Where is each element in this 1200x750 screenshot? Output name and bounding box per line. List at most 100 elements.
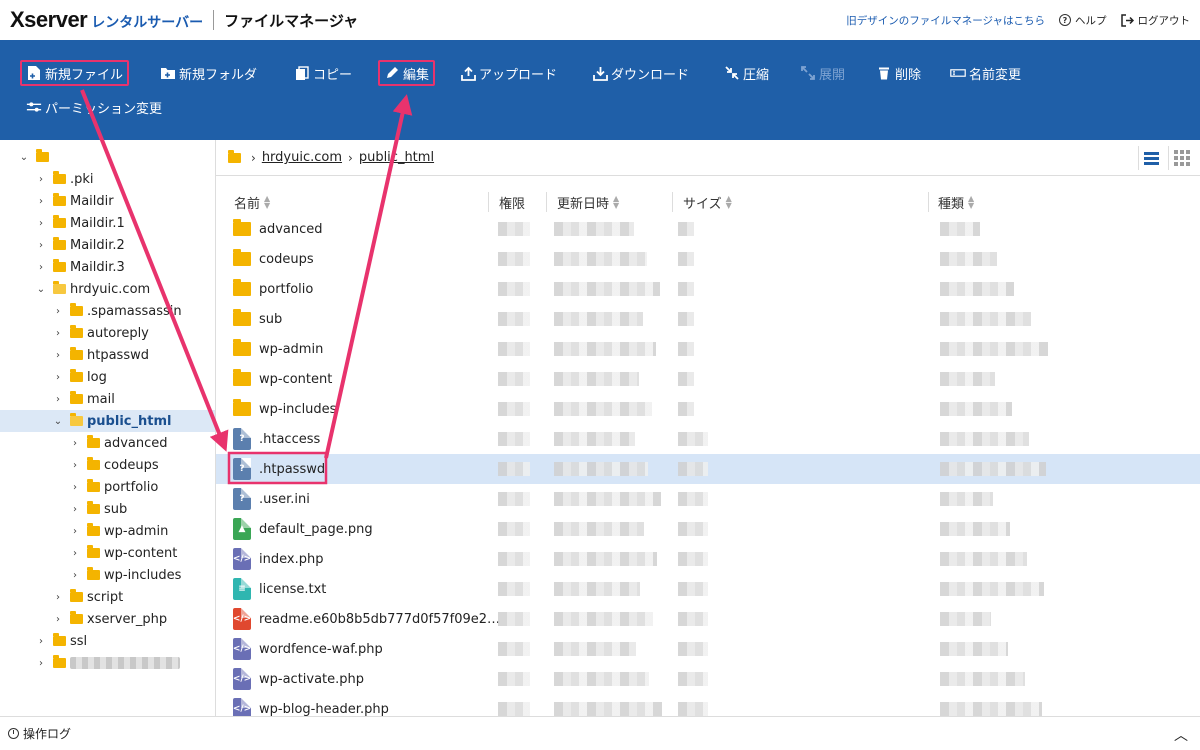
redacted-value bbox=[678, 642, 708, 656]
chevron-right-icon[interactable]: › bbox=[35, 240, 47, 251]
chevron-down-icon[interactable]: ⌄ bbox=[52, 416, 64, 427]
delete-button[interactable]: 削除 bbox=[872, 60, 925, 86]
copy-button[interactable]: コピー bbox=[290, 60, 356, 86]
tree-item[interactable]: › wp-admin bbox=[0, 520, 215, 542]
tree-item[interactable]: › Maildir.1 bbox=[0, 212, 215, 234]
chevron-right-icon[interactable]: › bbox=[35, 262, 47, 273]
tree-item[interactable]: ⌄ bbox=[0, 146, 215, 168]
chevron-right-icon[interactable]: › bbox=[69, 570, 81, 581]
operation-log-bar[interactable]: 操作ログ ︿ bbox=[0, 716, 1200, 750]
rename-button[interactable]: 名前変更 bbox=[946, 60, 1025, 86]
tree-item[interactable]: › ssl bbox=[0, 630, 215, 652]
tree-item[interactable]: › Maildir.2 bbox=[0, 234, 215, 256]
edit-button[interactable]: 編集 bbox=[378, 60, 436, 86]
chevron-right-icon[interactable]: › bbox=[52, 394, 64, 405]
file-name: license.txt bbox=[259, 581, 327, 597]
file-row[interactable]: </> wordfence-waf.php bbox=[216, 634, 1200, 664]
compress-button[interactable]: 圧縮 bbox=[720, 60, 773, 86]
file-row[interactable]: sub bbox=[216, 304, 1200, 334]
file-row[interactable]: ? .user.ini bbox=[216, 484, 1200, 514]
chevron-right-icon[interactable]: › bbox=[35, 658, 47, 669]
chevron-right-icon[interactable]: › bbox=[35, 174, 47, 185]
tree-item[interactable]: ⌄ hrdyuic.com bbox=[0, 278, 215, 300]
new-file-button[interactable]: 新規ファイル bbox=[20, 60, 130, 86]
chevron-right-icon[interactable]: › bbox=[35, 196, 47, 207]
header-divider bbox=[213, 10, 215, 30]
chevron-right-icon[interactable]: › bbox=[69, 460, 81, 471]
chevron-down-icon[interactable]: ⌄ bbox=[18, 152, 30, 163]
column-divider[interactable] bbox=[928, 192, 929, 212]
chevron-right-icon[interactable]: › bbox=[69, 438, 81, 449]
file-row[interactable]: ≡ license.txt bbox=[216, 574, 1200, 604]
chevron-right-icon[interactable]: › bbox=[69, 482, 81, 493]
extract-button[interactable]: 展開 bbox=[796, 60, 849, 86]
file-row[interactable]: </> wp-activate.php bbox=[216, 664, 1200, 694]
column-name[interactable]: 名前 ▲ ▼ bbox=[234, 190, 270, 214]
file-row[interactable]: </> index.php bbox=[216, 544, 1200, 574]
file-row[interactable]: </> readme.e60b8b5db777d0f57f09e2… bbox=[216, 604, 1200, 634]
tree-item[interactable]: › wp-content bbox=[0, 542, 215, 564]
tree-item[interactable]: › advanced bbox=[0, 432, 215, 454]
tree-item[interactable]: › log bbox=[0, 366, 215, 388]
column-divider[interactable] bbox=[488, 192, 489, 212]
chevron-right-icon[interactable]: › bbox=[52, 372, 64, 383]
tree-item[interactable]: › codeups bbox=[0, 454, 215, 476]
old-design-link[interactable]: 旧デザインのファイルマネージャはこちら bbox=[846, 13, 1045, 28]
chevron-right-icon[interactable]: › bbox=[35, 218, 47, 229]
grid-view-button[interactable] bbox=[1168, 146, 1194, 170]
tree-item[interactable]: › htpasswd bbox=[0, 344, 215, 366]
list-view-button[interactable] bbox=[1138, 146, 1164, 170]
column-size[interactable]: サイズ ▲ ▼ bbox=[683, 190, 732, 214]
tree-item[interactable]: › bbox=[0, 652, 215, 674]
column-modified[interactable]: 更新日時 ▲ ▼ bbox=[557, 190, 619, 214]
file-row[interactable]: advanced bbox=[216, 214, 1200, 244]
chevron-right-icon[interactable]: › bbox=[52, 350, 64, 361]
file-row[interactable]: ▲ default_page.png bbox=[216, 514, 1200, 544]
chevron-right-icon[interactable]: › bbox=[69, 526, 81, 537]
chevron-right-icon[interactable]: › bbox=[52, 614, 64, 625]
tree-item[interactable]: › .spamassassin bbox=[0, 300, 215, 322]
tree-item[interactable]: › sub bbox=[0, 498, 215, 520]
upload-button[interactable]: アップロード bbox=[456, 60, 561, 86]
chevron-down-icon[interactable]: ⌄ bbox=[35, 284, 47, 295]
chevron-right-icon[interactable]: › bbox=[69, 504, 81, 515]
new-folder-button[interactable]: 新規フォルダ bbox=[156, 60, 261, 86]
folder-icon bbox=[87, 479, 100, 492]
download-button[interactable]: ダウンロード bbox=[588, 60, 693, 86]
chevron-right-icon[interactable]: › bbox=[69, 548, 81, 559]
chevron-right-icon[interactable]: › bbox=[35, 636, 47, 647]
rename-icon bbox=[950, 65, 966, 81]
tree-item[interactable]: › script bbox=[0, 586, 215, 608]
column-permission[interactable]: 権限 bbox=[499, 190, 525, 214]
breadcrumb-item-current[interactable]: public_html bbox=[359, 150, 434, 165]
chevron-right-icon[interactable]: › bbox=[52, 328, 64, 339]
tree-item[interactable]: ⌄ public_html bbox=[0, 410, 215, 432]
file-row[interactable]: wp-includes bbox=[216, 394, 1200, 424]
folder-icon bbox=[53, 633, 66, 646]
tree-item[interactable]: › .pki bbox=[0, 168, 215, 190]
tree-item[interactable]: › portfolio bbox=[0, 476, 215, 498]
column-type[interactable]: 種類 ▲ ▼ bbox=[938, 190, 974, 214]
tree-item[interactable]: › Maildir bbox=[0, 190, 215, 212]
file-row[interactable]: wp-content bbox=[216, 364, 1200, 394]
file-row[interactable]: wp-admin bbox=[216, 334, 1200, 364]
tree-item[interactable]: › mail bbox=[0, 388, 215, 410]
logout-link[interactable]: ログアウト bbox=[1120, 13, 1190, 28]
tree-item[interactable]: › autoreply bbox=[0, 322, 215, 344]
breadcrumb-item-domain[interactable]: hrdyuic.com bbox=[262, 150, 342, 165]
file-row[interactable]: </> wp-blog-header.php bbox=[216, 694, 1200, 716]
chevron-right-icon[interactable]: › bbox=[52, 306, 64, 317]
permissions-button[interactable]: パーミッション変更 bbox=[22, 94, 166, 120]
tree-item[interactable]: › xserver_php bbox=[0, 608, 215, 630]
file-row[interactable]: ? .htpasswd bbox=[216, 454, 1200, 484]
column-divider[interactable] bbox=[546, 192, 547, 212]
column-divider[interactable] bbox=[672, 192, 673, 212]
file-row[interactable]: portfolio bbox=[216, 274, 1200, 304]
file-row[interactable]: ? .htaccess bbox=[216, 424, 1200, 454]
chevron-up-icon[interactable]: ︿ bbox=[1174, 725, 1188, 745]
tree-item[interactable]: › Maildir.3 bbox=[0, 256, 215, 278]
file-row[interactable]: codeups bbox=[216, 244, 1200, 274]
tree-item[interactable]: › wp-includes bbox=[0, 564, 215, 586]
help-link[interactable]: ? ヘルプ bbox=[1059, 13, 1107, 28]
chevron-right-icon[interactable]: › bbox=[52, 592, 64, 603]
